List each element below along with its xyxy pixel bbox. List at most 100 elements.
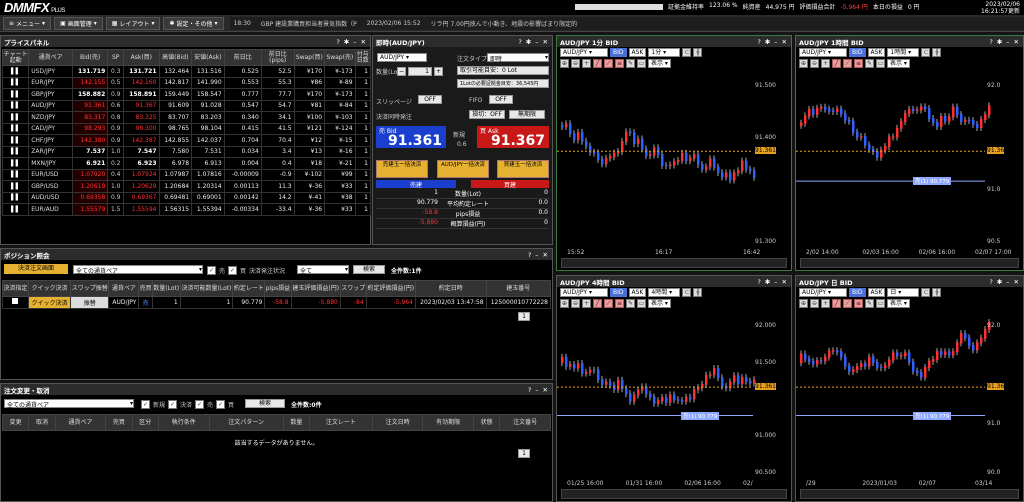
settle-checkbox[interactable]: ✓ xyxy=(168,400,178,409)
chart-navigator[interactable] xyxy=(561,489,787,499)
chart-launch-icon[interactable]: ▌▌ xyxy=(1,88,30,101)
draw-tool-icon[interactable]: ╱ xyxy=(593,59,602,68)
qty-plus-button[interactable]: + xyxy=(434,67,443,76)
minimize-icon[interactable]: – xyxy=(774,278,777,286)
help-icon[interactable]: ? xyxy=(336,38,339,46)
price-row[interactable]: ▌▌ EUR/JPY 142.155 0.5 142.160 142.817 141.990… xyxy=(1,76,372,89)
pair-name[interactable]: AUD/USD xyxy=(28,191,73,204)
link-icon[interactable]: ⊂ xyxy=(921,288,931,297)
zoom-out-icon[interactable]: ⊖ xyxy=(571,59,580,68)
close-icon[interactable]: ✕ xyxy=(543,386,548,394)
chart-navigator[interactable] xyxy=(800,489,1019,499)
chart-launch-icon[interactable]: ▌▌ xyxy=(1,134,30,147)
eraser-icon[interactable]: ▭ xyxy=(637,299,646,308)
sell-price-button[interactable]: 売 Bid 91.361 xyxy=(376,126,446,148)
orders-pair-filter[interactable]: 全ての通貨ペア ▾ xyxy=(4,399,134,409)
qty-input[interactable]: 1 xyxy=(408,67,432,76)
draw-tool-icon[interactable]: ╱ xyxy=(593,299,602,308)
help-icon[interactable]: ? xyxy=(518,38,521,46)
close-icon[interactable]: ✕ xyxy=(361,38,366,46)
close-icon[interactable]: ✕ xyxy=(543,38,548,46)
chart-pair-select[interactable]: AUD/JPY ▾ xyxy=(560,288,608,297)
price-row[interactable]: ▌▌ AUD/JPY 91.361 0.6 91.367 91.609 91.028 0.54… xyxy=(1,99,372,112)
display-menu[interactable]: 表示 ▾ xyxy=(648,299,671,308)
price-row[interactable]: ▌▌ CAD/JPY 98.293 0.9 98.300 98.765 98.104 0.41… xyxy=(1,122,372,135)
pair-name[interactable]: AUD/JPY xyxy=(28,99,73,112)
minimize-icon[interactable]: – xyxy=(1006,278,1009,286)
page-number[interactable]: 1 xyxy=(518,312,530,321)
pair-name[interactable]: MXN/JPY xyxy=(28,157,73,170)
pair-name[interactable]: GBP/USD xyxy=(28,180,73,193)
chart-launch-icon[interactable]: ▌▌ xyxy=(1,191,30,204)
candlestick-chart[interactable] xyxy=(796,312,1023,479)
menu-button[interactable]: ≡ メニュー ▾ xyxy=(3,16,52,30)
display-menu[interactable]: 表示 ▾ xyxy=(648,59,671,68)
minimize-icon[interactable]: – xyxy=(353,38,356,46)
sell-checkbox[interactable]: ✓ xyxy=(207,266,216,275)
minimize-icon[interactable]: – xyxy=(774,38,777,46)
candlestick-chart[interactable] xyxy=(557,312,791,479)
candle-icon[interactable]: ╫ xyxy=(693,288,703,297)
gear-icon[interactable]: ✱ xyxy=(997,38,1002,46)
crosshair-icon[interactable]: + xyxy=(582,299,591,308)
chart-launch-icon[interactable]: ▌▌ xyxy=(1,157,30,170)
zoom-in-icon[interactable]: ⊕ xyxy=(799,59,808,68)
pen-icon[interactable]: ✎ xyxy=(626,59,635,68)
candlestick-chart[interactable] xyxy=(557,72,791,248)
price-row[interactable]: ▌▌ GBP/JPY 158.882 0.9 158.891 159.449 158.547… xyxy=(1,88,372,101)
candle-icon[interactable]: ╫ xyxy=(932,288,942,297)
chart-launch-icon[interactable]: ▌▌ xyxy=(1,203,30,216)
ask-toggle[interactable]: ASK xyxy=(867,48,886,57)
pair-filter-select[interactable]: 全ての通貨ペア ▾ xyxy=(73,265,203,275)
price-row[interactable]: ▌▌ USD/JPY 131.719 0.3 131.721 132.464 131.516… xyxy=(1,65,372,78)
bid-toggle[interactable]: BID xyxy=(849,48,866,57)
trendline-icon[interactable]: ⟋ xyxy=(604,299,613,308)
candlestick-chart[interactable] xyxy=(796,72,1023,248)
close-icon[interactable]: ✕ xyxy=(1014,278,1019,286)
pair-name[interactable]: EUR/AUD xyxy=(28,203,73,216)
bid-toggle[interactable]: BID xyxy=(610,288,627,297)
zoom-in-icon[interactable]: ⊕ xyxy=(560,59,569,68)
draw-tool-icon[interactable]: ╱ xyxy=(832,59,841,68)
bid-toggle[interactable]: BID xyxy=(849,288,866,297)
price-row[interactable]: ▌▌ CHF/JPY 142.380 0.9 142.387 142.855 142.037… xyxy=(1,134,372,147)
help-icon[interactable]: ? xyxy=(989,38,992,46)
slippage-toggle[interactable]: OFF xyxy=(418,95,442,104)
fifo-toggle[interactable]: OFF xyxy=(489,95,513,104)
quick-settle-button[interactable]: クイック決済 xyxy=(27,296,72,309)
zoom-out-icon[interactable]: ⊖ xyxy=(810,59,819,68)
pair-name[interactable]: NZD/JPY xyxy=(28,111,73,124)
fib-icon[interactable]: ≡ xyxy=(854,59,863,68)
gear-icon[interactable]: ✱ xyxy=(765,278,770,286)
new-checkbox[interactable]: ✓ xyxy=(141,400,150,409)
pair-name[interactable]: ZAR/JPY xyxy=(28,145,73,158)
link-icon[interactable]: ⊂ xyxy=(921,48,931,57)
settle-order-button[interactable]: 決済注文画面 xyxy=(4,264,68,274)
zoom-out-icon[interactable]: ⊖ xyxy=(810,299,819,308)
screen-manage-button[interactable]: ▣ 画面管理 ▾ xyxy=(54,16,103,30)
pen-icon[interactable]: ✎ xyxy=(626,299,635,308)
price-row[interactable]: ▌▌ EUR/AUD 1.55579 1.5 1.55594 1.56315 1.55394… xyxy=(1,203,372,216)
display-menu[interactable]: 表示 ▾ xyxy=(887,59,910,68)
bid-toggle[interactable]: BID xyxy=(610,48,627,57)
zoom-in-icon[interactable]: ⊕ xyxy=(560,299,569,308)
price-row[interactable]: ▌▌ MXN/JPY 6.921 0.2 6.923 6.978 6.913 0.004 0.4… xyxy=(1,157,372,170)
settings-button[interactable]: ✱ 設定・その他 ▾ xyxy=(163,16,224,30)
crosshair-icon[interactable]: + xyxy=(821,59,830,68)
chart-launch-icon[interactable]: ▌▌ xyxy=(1,145,30,158)
minimize-icon[interactable]: – xyxy=(535,38,538,46)
gear-icon[interactable]: ✱ xyxy=(997,278,1002,286)
price-row[interactable]: ▌▌ GBP/USD 1.20619 1.0 1.20629 1.20684 1.20314… xyxy=(1,180,372,193)
pair-name[interactable]: USD/JPY xyxy=(28,65,73,78)
help-icon[interactable]: ? xyxy=(757,38,760,46)
zoom-in-icon[interactable]: ⊕ xyxy=(799,299,808,308)
pair-name[interactable]: EUR/USD xyxy=(28,168,73,181)
crosshair-icon[interactable]: + xyxy=(821,299,830,308)
help-icon[interactable]: ? xyxy=(528,251,531,259)
timeframe-select[interactable]: 1時間 ▾ xyxy=(887,48,920,57)
pair-name[interactable]: EUR/JPY xyxy=(28,76,73,89)
pen-icon[interactable]: ✎ xyxy=(865,59,874,68)
qty-stepper[interactable]: − 1 + xyxy=(397,67,443,76)
search-button[interactable]: 検索 xyxy=(353,265,385,274)
chart-pair-select[interactable]: AUD/JPY ▾ xyxy=(799,288,847,297)
